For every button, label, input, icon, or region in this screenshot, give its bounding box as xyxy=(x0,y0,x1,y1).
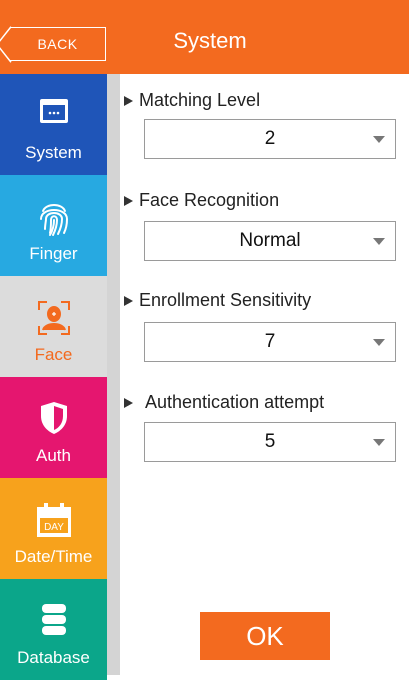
ok-button[interactable]: OK xyxy=(200,612,330,660)
sidebar-item-label: Face xyxy=(34,345,73,364)
database-icon xyxy=(0,603,107,637)
sidebar-item-label: System xyxy=(25,143,82,162)
setting-label-authentication-attempt: Authentication attempt xyxy=(124,392,324,413)
dropdown-arrow-icon xyxy=(373,439,385,446)
sidebar-item-face[interactable]: Face xyxy=(0,276,107,377)
enrollment-sensitivity-select[interactable]: 7 xyxy=(144,322,396,362)
sidebar-item-date-time[interactable]: DAY Date/Time xyxy=(0,478,107,579)
sidebar-item-label: Date/Time xyxy=(14,547,93,566)
page-title: System xyxy=(173,28,247,53)
bullet-triangle-icon xyxy=(124,397,133,408)
dropdown-arrow-icon xyxy=(373,136,385,143)
select-value: Normal xyxy=(239,230,301,251)
face-recognition-select[interactable]: Normal xyxy=(144,221,396,261)
sidebar-item-label: Database xyxy=(17,648,90,667)
sidebar-item-label: Finger xyxy=(29,244,78,263)
fingerprint-icon xyxy=(0,199,107,237)
calendar-day-text: DAY xyxy=(44,522,64,533)
select-value: 2 xyxy=(264,128,276,149)
settings-panel: Matching Level 2 Face Recognition Normal… xyxy=(120,74,409,675)
sidebar: System Finger Face Auth DAY Date/Time Da… xyxy=(0,74,107,680)
select-value: 7 xyxy=(264,331,276,352)
bullet-triangle-icon xyxy=(124,295,133,306)
window-icon xyxy=(0,98,107,124)
sidebar-divider xyxy=(107,74,120,675)
setting-label-matching-level: Matching Level xyxy=(124,90,260,111)
calendar-icon: DAY xyxy=(0,502,107,538)
select-value: 5 xyxy=(264,431,276,452)
setting-label-face-recognition: Face Recognition xyxy=(124,190,279,211)
bullet-triangle-icon xyxy=(124,95,133,106)
face-scan-icon xyxy=(0,300,107,336)
matching-level-select[interactable]: 2 xyxy=(144,119,396,159)
dropdown-arrow-icon xyxy=(373,339,385,346)
sidebar-item-finger[interactable]: Finger xyxy=(0,175,107,276)
sidebar-item-label: Auth xyxy=(36,446,71,465)
top-bar: BACK System xyxy=(0,0,409,74)
authentication-attempt-select[interactable]: 5 xyxy=(144,422,396,462)
shield-icon xyxy=(0,401,107,435)
bullet-triangle-icon xyxy=(124,195,133,206)
sidebar-item-database[interactable]: Database xyxy=(0,579,107,680)
dropdown-arrow-icon xyxy=(373,238,385,245)
sidebar-item-auth[interactable]: Auth xyxy=(0,377,107,478)
setting-label-enrollment-sensitivity: Enrollment Sensitivity xyxy=(124,290,311,311)
sidebar-item-system[interactable]: System xyxy=(0,74,107,175)
